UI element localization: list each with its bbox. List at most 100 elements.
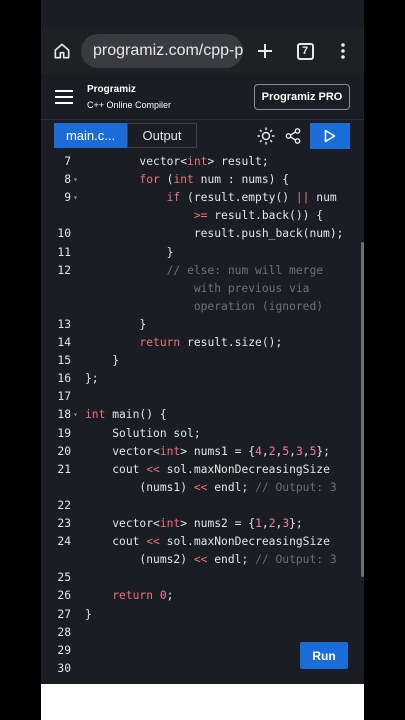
line-number: 26 [57, 589, 71, 603]
code-token: 4 [255, 444, 262, 458]
line-number: 21 [57, 462, 71, 476]
line-number: 12 [57, 263, 71, 277]
code-text: cout << sol.maxNonDecreasingSize [85, 461, 330, 479]
browser-menu-button[interactable] [325, 32, 361, 70]
code-line[interactable]: 15 } [41, 352, 364, 370]
code-editor[interactable]: 30 29 28 27} 26 return 0; 25 (nums2) << endl;… [41, 152, 364, 684]
tab-main-file[interactable]: main.c... [54, 123, 127, 148]
code-token: // Output: 3 [255, 553, 337, 567]
tab-count: 7 [296, 42, 314, 60]
address-bar[interactable]: programiz.com/cpp-p [81, 34, 243, 68]
fold-toggle-icon[interactable]: ▾ [73, 406, 78, 424]
line-number: 19 [57, 426, 71, 440]
browser-toolbar: programiz.com/cpp-p 7 [41, 28, 364, 74]
brand-logo: Programiz [87, 84, 136, 95]
code-token: , [289, 444, 296, 458]
code-token: } [166, 245, 174, 259]
code-token: 3 [295, 444, 303, 458]
code-line[interactable]: 20 vector<int> nums1 = {4,2,5,3,5}; [41, 443, 364, 461]
code-line[interactable]: 19 Solution sol; [41, 425, 364, 443]
fold-toggle-icon[interactable]: ▾ [73, 171, 78, 189]
hamburger-icon [55, 90, 73, 104]
code-line[interactable]: 9 ▾ if (result.empty() || num [41, 189, 364, 207]
code-line[interactable]: 8 ▾ for (int num : nums) { [41, 171, 364, 189]
tab-output[interactable]: Output [127, 123, 197, 148]
code-text: operation (ignored) [85, 298, 323, 316]
code-token: << [193, 480, 208, 494]
code-line[interactable]: 25 [41, 569, 364, 587]
theme-toggle-button[interactable] [254, 124, 278, 148]
plus-icon [258, 44, 272, 58]
code-line[interactable]: 18 ▾ int main() { [41, 406, 364, 424]
code-token: 2 [268, 444, 276, 458]
menu-button[interactable] [43, 77, 85, 117]
share-button[interactable] [281, 124, 305, 148]
code-line[interactable]: 14 return result.size(); [41, 334, 364, 352]
line-number: 20 [57, 444, 71, 458]
code-token: vector< [139, 155, 188, 168]
code-token: vector< [112, 444, 160, 458]
code-line[interactable]: >= result.back()) { [41, 207, 364, 225]
code-token: 0 [159, 589, 167, 603]
code-line[interactable]: with previous via [41, 280, 364, 298]
code-token: , [261, 517, 269, 530]
editor-scrollbar[interactable] [361, 242, 364, 577]
code-token: }; [316, 444, 330, 458]
fold-toggle-icon[interactable]: ▾ [73, 189, 78, 207]
line-number: 16 [57, 372, 71, 386]
code-token: endl; [207, 553, 256, 567]
editor-toolbar: main.c... Output [41, 120, 364, 152]
code-line[interactable]: 10 result.push_back(num); [41, 225, 364, 243]
code-line[interactable]: 16}; [41, 370, 364, 388]
code-token: << [146, 535, 160, 549]
run-icon-button[interactable] [310, 123, 350, 149]
code-line[interactable]: 22 [41, 497, 364, 515]
code-line[interactable]: operation (ignored) [41, 298, 364, 316]
code-text: (nums1) << endl; // Output: 3 [85, 479, 336, 497]
programiz-pro-button[interactable]: Programiz PRO [254, 84, 350, 110]
code-line[interactable]: 26 return 0; [41, 587, 364, 605]
code-line[interactable]: 11 } [41, 244, 364, 262]
code-token: } [85, 607, 92, 621]
home-button[interactable] [43, 32, 81, 70]
code-token: > nums1 = { [180, 444, 256, 458]
code-line[interactable]: 28 [41, 624, 364, 642]
code-token: Solution sol; [112, 426, 201, 440]
code-line[interactable]: 23 vector<int> nums2 = {1,2,3}; [41, 515, 364, 533]
code-token: num [309, 191, 337, 205]
run-button[interactable]: Run [300, 642, 348, 669]
code-line[interactable]: (nums2) << endl; // Output: 3 [41, 551, 364, 569]
home-icon [54, 43, 70, 59]
code-line[interactable]: 27} [41, 606, 364, 624]
code-line[interactable]: 17 [41, 388, 364, 406]
code-token: int [159, 517, 181, 530]
code-line[interactable]: 24 cout << sol.maxNonDecreasingSize [41, 533, 364, 551]
code-token: cout [112, 462, 147, 476]
code-line[interactable]: 12 // else: num will merge [41, 262, 364, 280]
code-line[interactable]: (nums1) << endl; // Output: 3 [41, 479, 364, 497]
code-token: }; [289, 517, 303, 530]
code-text: int main() { [85, 406, 167, 424]
code-text: } [85, 606, 92, 624]
code-line[interactable]: 7 vector<int> result; [41, 153, 364, 171]
code-line[interactable]: 13 } [41, 316, 364, 334]
code-token: int [187, 155, 208, 168]
new-tab-button[interactable] [245, 32, 285, 70]
code-text: vector<int> nums2 = {1,2,3}; [85, 515, 303, 533]
code-token: ; [166, 589, 174, 603]
brand[interactable]: Programiz C++ Online Compiler [87, 84, 171, 110]
tab-switcher-button[interactable]: 7 [285, 32, 325, 70]
code-token: >= [193, 209, 208, 223]
code-line[interactable]: 21 cout << sol.maxNonDecreasingSize [41, 461, 364, 479]
code-token: , [302, 444, 310, 458]
